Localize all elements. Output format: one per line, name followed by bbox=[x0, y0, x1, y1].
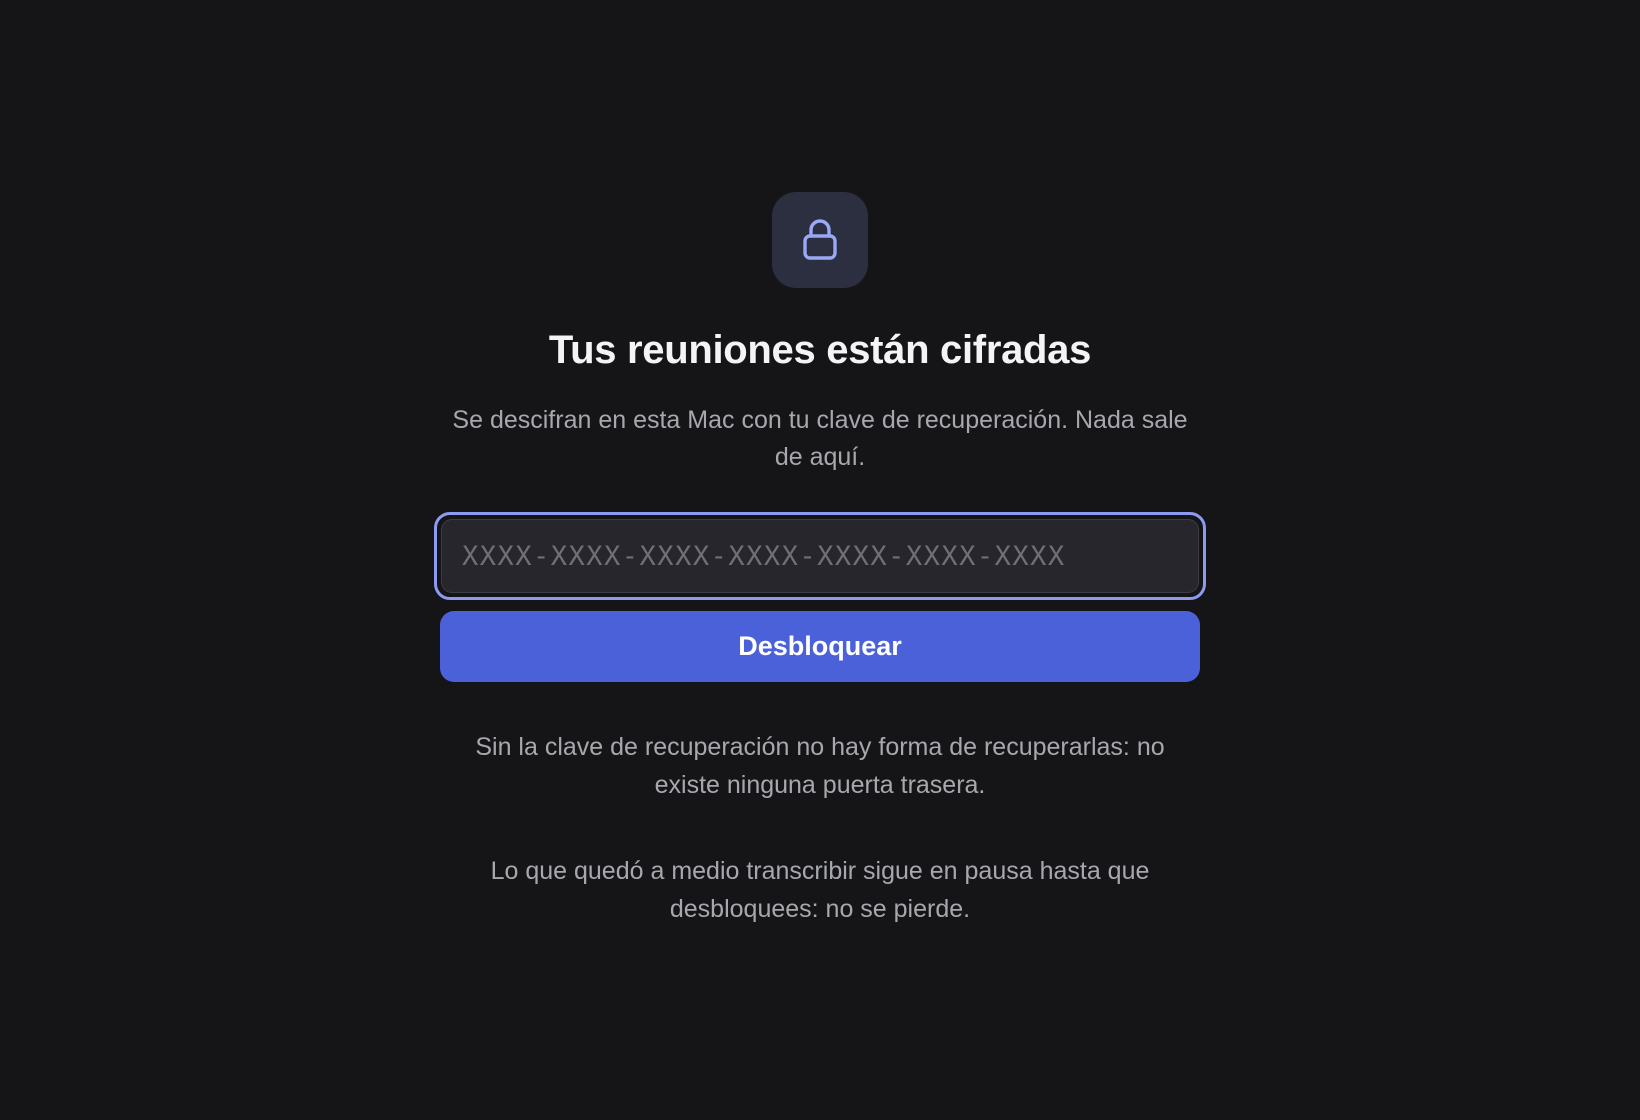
lock-icon bbox=[803, 219, 837, 260]
paused-transcription-note: Lo que quedó a medio transcribir sigue e… bbox=[490, 857, 1150, 923]
no-backdoor-note: Sin la clave de recuperación no hay form… bbox=[475, 733, 1165, 799]
recovery-key-input[interactable] bbox=[441, 519, 1199, 593]
unlock-button[interactable]: Desbloquear bbox=[440, 611, 1200, 682]
page-title: Tus reuniones están cifradas bbox=[548, 328, 1092, 372]
lock-badge bbox=[772, 192, 868, 288]
recovery-key-field bbox=[434, 512, 1206, 600]
unlock-screen: Tus reuniones están cifradas Se descifra… bbox=[0, 0, 1640, 1120]
page-subtitle: Se descifran en esta Mac con tu clave de… bbox=[452, 406, 1188, 471]
